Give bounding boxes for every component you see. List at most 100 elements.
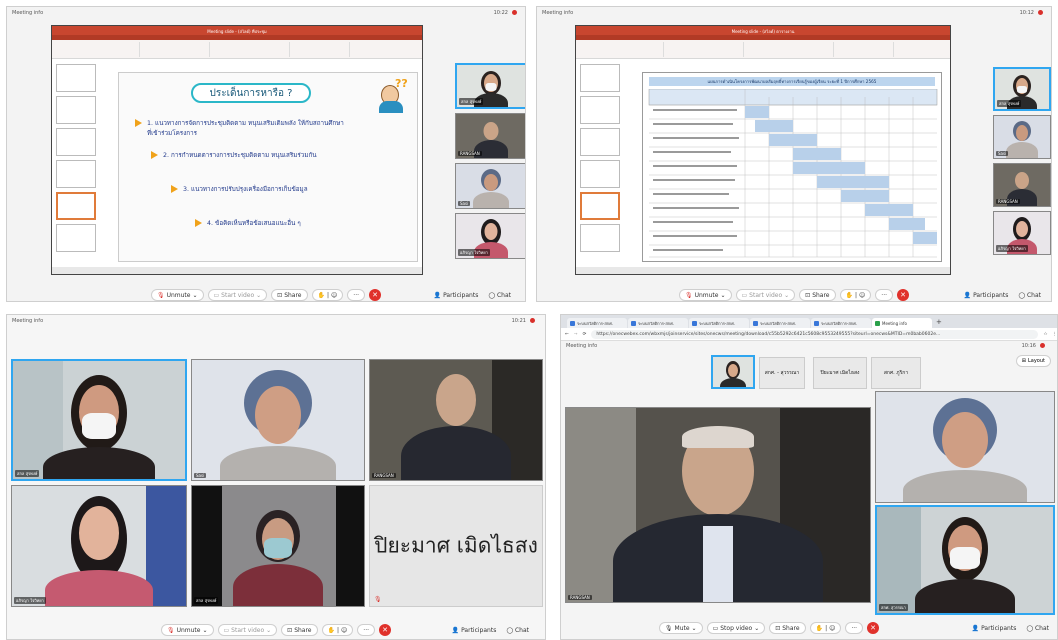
slide-thumb[interactable] (56, 160, 96, 188)
video-tile[interactable]: Sasi (455, 163, 525, 209)
more-button[interactable]: ··· (357, 624, 376, 636)
unmute-button[interactable]: 🎙 Unmute ⌄ (150, 289, 204, 301)
video-tile[interactable]: สกล สุรพงษ์ (455, 63, 525, 109)
start-video-button[interactable]: ▭ Start video ⌄ (735, 289, 796, 301)
video-tile[interactable]: อภิรญา ใจวิทยา (993, 211, 1051, 255)
new-tab-icon[interactable]: + (936, 318, 942, 326)
video-tile[interactable]: RANGSAN (993, 163, 1051, 207)
participant-name: Sasi (458, 201, 471, 206)
chat-button[interactable]: ◯ Chat (1026, 625, 1049, 632)
leave-button[interactable]: ✕ (897, 289, 910, 301)
video-tile[interactable]: RANGSAN (455, 113, 525, 159)
slide-thumb[interactable] (56, 64, 96, 92)
forward-icon[interactable]: → (574, 332, 578, 337)
table-title: แผนการดำเนินโครงการพัฒนาผลสัมฤทธิ์ทางการ… (649, 77, 935, 86)
filmstrip-name-tile[interactable]: สกศ. - สุวรรณา (759, 357, 805, 389)
start-video-button[interactable]: ▭ Start video ⌄ (217, 624, 278, 636)
participants-button[interactable]: 👤 Participants (452, 627, 497, 634)
bullet-arrow-icon (195, 219, 202, 227)
slide-thumb[interactable] (580, 96, 620, 124)
video-tile[interactable]: อภิรญา ใจวิทยา (455, 213, 525, 259)
extensions-icon[interactable]: ⋮ (1053, 332, 1058, 337)
meeting-info-label[interactable]: Meeting info (542, 10, 573, 16)
close-icon: ✕ (382, 626, 388, 634)
layout-icon: ⊞ (1021, 358, 1026, 364)
share-button[interactable]: ⊡ Share (799, 289, 836, 301)
reactions-button[interactable]: ✋ | ☺ (311, 289, 344, 301)
slide-thumb[interactable] (56, 96, 96, 124)
slide-thumb[interactable] (580, 64, 620, 92)
back-icon[interactable]: ← (565, 332, 569, 337)
close-icon: ✕ (372, 291, 378, 299)
participant-name: อภิรญา ใจวิทยา (14, 597, 46, 604)
meeting-toolbar: 🎙 Unmute ⌄ ▭ Start video ⌄ ⊡ Share ✋ | ☺ ··· … (537, 288, 1051, 301)
reactions-button[interactable]: ✋ | ☺ (839, 289, 872, 301)
participant-name: สกล สุรพงษ์ (15, 470, 40, 477)
slide-thumb[interactable] (580, 224, 620, 252)
video-tile[interactable]: RANGSAN (369, 359, 543, 481)
browser-tab-strip: ระบบสวัสดิการ-สกศ. ระบบสวัสดิการ-สกศ. ระ… (561, 315, 1057, 328)
browser-tab[interactable]: ระบบสวัสดิการ-สกศ. (750, 318, 810, 328)
filmstrip-name-tile[interactable]: สกศ. ภูริกา (871, 357, 921, 389)
meeting-toolbar: 🎙 Mute ⌄ ▭ Stop video ⌄ ⊡ Share ✋ | ☺ ··· ✕ 👤… (561, 621, 1057, 635)
share-button[interactable]: ⊡ Share (271, 289, 308, 301)
video-tile[interactable]: สกล สุรพงษ์ (191, 485, 365, 607)
slide-thumb[interactable] (56, 128, 96, 156)
leave-button[interactable]: ✕ (379, 624, 392, 636)
star-icon[interactable]: ☆ (1043, 332, 1047, 337)
filmstrip-name-tile[interactable]: ปิยะมาศ เมิดไธสง (813, 357, 867, 389)
unmute-button[interactable]: 🎙 Unmute ⌄ (160, 624, 214, 636)
reload-icon[interactable]: ⟳ (583, 332, 587, 337)
slide-thumb[interactable] (56, 224, 96, 252)
video-tile[interactable] (875, 391, 1055, 503)
people-icon: 👤 (971, 624, 980, 632)
participant-name: RANGSAN (372, 473, 396, 478)
participants-button[interactable]: 👤 Participants (964, 292, 1009, 299)
video-tile-no-video[interactable]: ปิยะมาศ เมิดไธสง 🎙 (369, 485, 543, 607)
reactions-button[interactable]: ✋ | ☺ (321, 624, 354, 636)
more-button[interactable]: ··· (875, 289, 894, 301)
more-button[interactable]: ··· (347, 289, 366, 301)
filmstrip-video-tile[interactable] (711, 355, 755, 389)
leave-button[interactable]: ✕ (867, 622, 880, 634)
people-icon: 👤 (451, 626, 460, 634)
video-tile[interactable]: อภิรญา ใจวิทยา (11, 485, 187, 607)
participant-name: สกศ. สุวรรณา (879, 604, 908, 611)
more-button[interactable]: ··· (845, 622, 864, 634)
meeting-info-label[interactable]: Meeting info (12, 10, 43, 16)
url-field[interactable]: https://onecwebex.com/wbxmjs/joinservice… (591, 329, 1039, 339)
participants-button[interactable]: 👤 Participants (972, 625, 1017, 632)
reactions-button[interactable]: ✋ | ☺ (809, 622, 842, 634)
browser-tab-active[interactable]: Meeting info (872, 318, 932, 328)
unmute-button[interactable]: 🎙 Unmute ⌄ (678, 289, 732, 301)
start-video-button[interactable]: ▭ Start video ⌄ (207, 289, 268, 301)
meeting-info-label[interactable]: Meeting info (566, 343, 597, 349)
share-button[interactable]: ⊡ Share (769, 622, 806, 634)
participants-button[interactable]: 👤 Participants (434, 292, 479, 299)
chat-button[interactable]: ◯ Chat (1018, 292, 1041, 299)
mic-muted-icon: 🎙 (156, 291, 165, 299)
main-video-tile[interactable]: RANGSAN (565, 407, 871, 603)
slide-thumb[interactable] (580, 160, 620, 188)
video-tile[interactable]: Sasi (191, 359, 365, 481)
video-tile-active-speaker[interactable]: สกศ. สุวรรณา (875, 505, 1055, 615)
slide-thumb-selected[interactable] (56, 192, 96, 220)
share-button[interactable]: ⊡ Share (281, 624, 318, 636)
browser-tab[interactable]: ระบบสวัสดิการ-สกศ. (689, 318, 749, 328)
chat-button[interactable]: ◯ Chat (506, 627, 529, 634)
leave-button[interactable]: ✕ (369, 289, 382, 301)
browser-tab[interactable]: ระบบสวัสดิการ-สกศ. (567, 318, 627, 328)
browser-tab[interactable]: ระบบสวัสดิการ-สกศ. (811, 318, 871, 328)
chat-button[interactable]: ◯ Chat (488, 292, 511, 299)
video-tile[interactable]: Sasi (993, 115, 1051, 159)
stop-video-button[interactable]: ▭ Stop video ⌄ (706, 622, 766, 634)
mute-button[interactable]: 🎙 Mute ⌄ (658, 622, 703, 634)
slide-thumb-selected[interactable] (580, 192, 620, 220)
video-tile[interactable]: สกล สุรพงษ์ (993, 67, 1051, 111)
slide-thumb[interactable] (580, 128, 620, 156)
tab-favicon-icon (875, 320, 880, 326)
layout-button[interactable]: ⊞ Layout (1015, 355, 1051, 367)
video-tile[interactable]: สกล สุรพงษ์ (11, 359, 187, 481)
browser-tab[interactable]: ระบบสวัสดิการ-สกศ. (628, 318, 688, 328)
meeting-info-label[interactable]: Meeting info (12, 318, 43, 324)
